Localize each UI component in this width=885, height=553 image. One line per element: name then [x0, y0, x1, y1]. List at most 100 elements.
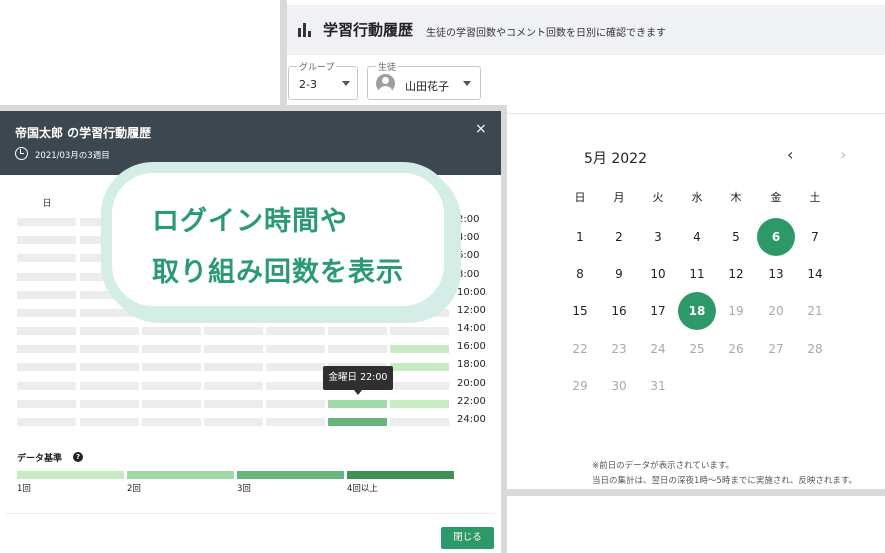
close-icon[interactable]: ×: [475, 121, 487, 137]
calendar-weekday: 月: [613, 191, 625, 204]
heatmap-cell[interactable]: [17, 363, 76, 371]
heatmap-cell[interactable]: [204, 363, 263, 371]
calendar-day[interactable]: 11: [678, 255, 716, 293]
heatmap-cell[interactable]: [17, 400, 76, 408]
heatmap-cell[interactable]: [390, 382, 449, 390]
calendar-day[interactable]: 7: [796, 218, 834, 256]
hour-label: 10:00: [457, 287, 486, 298]
legend-label: 4回以上: [347, 484, 378, 494]
heatmap-cell[interactable]: [328, 345, 387, 353]
heatmap-cell[interactable]: [204, 382, 263, 390]
heatmap-cell[interactable]: [328, 418, 387, 426]
heatmap-cell[interactable]: [142, 418, 201, 426]
calendar-day[interactable]: 15: [561, 292, 599, 330]
calendar-day[interactable]: 10: [639, 255, 677, 293]
heatmap-cell[interactable]: [266, 382, 325, 390]
calendar-day[interactable]: 4: [678, 218, 716, 256]
help-icon[interactable]: ?: [73, 452, 83, 462]
heatmap-cell[interactable]: [17, 309, 76, 317]
heatmap-cell[interactable]: [17, 236, 76, 244]
heatmap-cell[interactable]: [142, 327, 201, 335]
clock-icon: [15, 147, 28, 160]
weekday-header: 日: [42, 199, 52, 209]
heatmap-cell[interactable]: [204, 400, 263, 408]
caret-down-icon: [342, 81, 350, 86]
calendar-day[interactable]: 17: [639, 292, 677, 330]
calendar-day[interactable]: 6: [757, 218, 795, 256]
calendar-day[interactable]: 2: [600, 218, 638, 256]
calendar-day[interactable]: 18: [678, 292, 716, 330]
heatmap-cell[interactable]: [142, 345, 201, 353]
heatmap-cell[interactable]: [80, 345, 139, 353]
calendar-day: 23: [611, 342, 627, 356]
calendar-day[interactable]: 13: [757, 255, 795, 293]
legend-label: 2回: [127, 484, 141, 494]
close-button[interactable]: 閉じる: [441, 527, 494, 549]
group-select-value: 2-3: [299, 78, 317, 91]
heatmap-cell[interactable]: [17, 382, 76, 390]
feature-callout: ログイン時間や 取り組み回数を表示: [101, 162, 455, 317]
hour-label: 20:00: [457, 378, 486, 389]
page-description: 生徒の学習回数やコメント回数を日別に確認できます: [426, 28, 666, 39]
heatmap-cell[interactable]: [80, 363, 139, 371]
calendar-day[interactable]: 16: [600, 292, 638, 330]
heatmap-cell[interactable]: [390, 345, 449, 353]
heatmap-cell[interactable]: [142, 382, 201, 390]
heatmap-cell[interactable]: [266, 327, 325, 335]
calendar-weekday: 火: [652, 191, 664, 204]
heatmap-cell[interactable]: [80, 418, 139, 426]
heatmap-cell[interactable]: [204, 327, 263, 335]
calendar-day[interactable]: 1: [561, 218, 599, 256]
calendar-day[interactable]: 5: [717, 218, 755, 256]
heatmap-cell[interactable]: [266, 418, 325, 426]
calendar-day[interactable]: 8: [561, 255, 599, 293]
heatmap-cell[interactable]: [17, 327, 76, 335]
student-select[interactable]: 生徒 山田花子: [367, 60, 481, 100]
calendar-day[interactable]: 14: [796, 255, 834, 293]
hour-label: 4:00: [457, 232, 480, 243]
callout-line-1: ログイン時間や: [152, 206, 348, 237]
calendar-weekday: 木: [730, 191, 742, 204]
calendar-weekday: 水: [691, 191, 703, 204]
heatmap-cell[interactable]: [17, 254, 76, 262]
heatmap-cell[interactable]: [266, 345, 325, 353]
heatmap-cell[interactable]: [390, 418, 449, 426]
modal-title: 帝国太郎 の学習行動履歴: [15, 126, 152, 140]
heatmap-cell[interactable]: [142, 400, 201, 408]
legend-label: 3回: [237, 484, 251, 494]
heatmap-cell[interactable]: [266, 400, 325, 408]
heatmap-cell[interactable]: [266, 363, 325, 371]
hour-label: 6:00: [457, 250, 480, 261]
group-select[interactable]: グループ 2-3: [288, 60, 358, 100]
heatmap-cell[interactable]: [390, 400, 449, 408]
heatmap-cell[interactable]: [17, 218, 76, 226]
heatmap-cell[interactable]: [17, 418, 76, 426]
calendar-day: 26: [728, 342, 744, 356]
heatmap-cell[interactable]: [390, 327, 449, 335]
calendar-day[interactable]: 3: [639, 218, 677, 256]
chevron-left-icon[interactable]: ‹: [787, 146, 793, 164]
heatmap-cell[interactable]: [17, 273, 76, 281]
calendar-day: 22: [572, 342, 588, 356]
heatmap-cell[interactable]: [328, 400, 387, 408]
divider: [6, 513, 495, 514]
heatmap-cell[interactable]: [80, 327, 139, 335]
heatmap-cell[interactable]: [328, 327, 387, 335]
calendar-day[interactable]: 9: [600, 255, 638, 293]
caret-down-icon: [463, 81, 471, 86]
group-select-label: グループ: [297, 60, 337, 73]
calendar-weekday: 金: [770, 191, 782, 204]
heatmap-cell[interactable]: [204, 345, 263, 353]
heatmap-cell[interactable]: [17, 345, 76, 353]
heatmap-cell[interactable]: [80, 382, 139, 390]
calendar-day[interactable]: 12: [717, 255, 755, 293]
calendar-day: 30: [611, 379, 627, 393]
heatmap-cell[interactable]: [204, 418, 263, 426]
heatmap-cell[interactable]: [390, 363, 449, 371]
chevron-right-icon[interactable]: ›: [840, 146, 846, 164]
hour-label: 22:00: [457, 396, 486, 407]
heatmap-cell[interactable]: [142, 363, 201, 371]
calendar-weekday: 土: [809, 191, 821, 204]
heatmap-cell[interactable]: [17, 291, 76, 299]
heatmap-cell[interactable]: [80, 400, 139, 408]
